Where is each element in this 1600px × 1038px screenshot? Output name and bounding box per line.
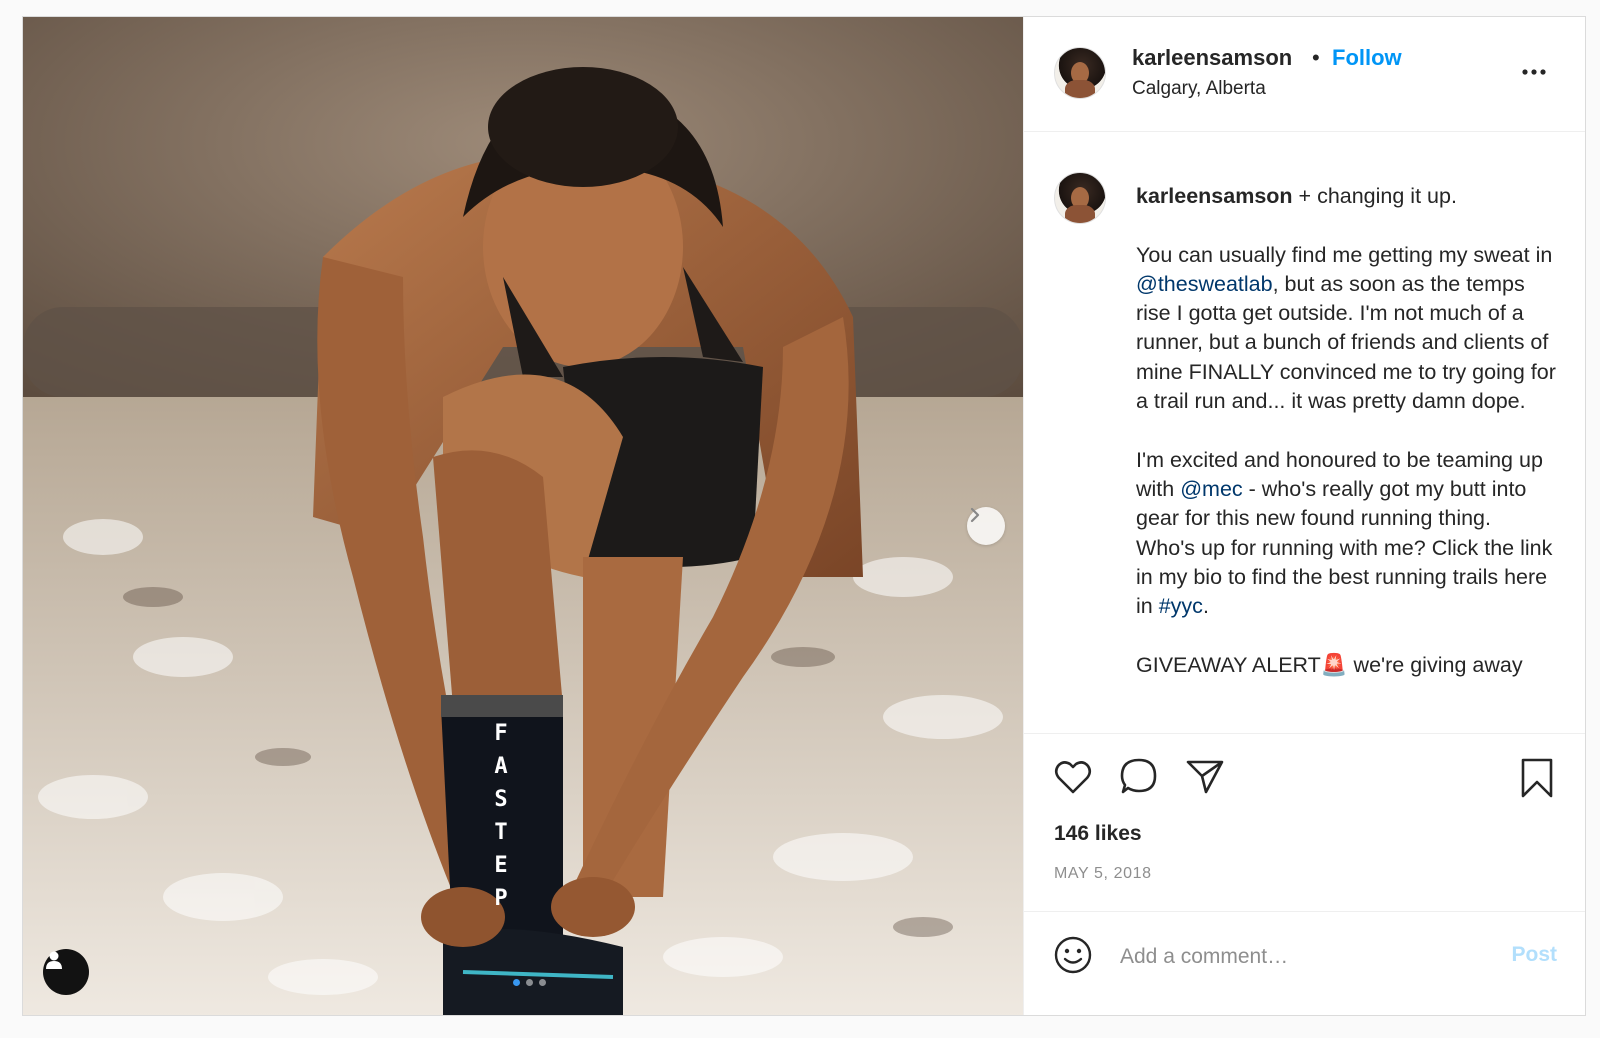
mention-link[interactable]: @mec <box>1180 477 1242 501</box>
hashtag-link[interactable]: #yyc <box>1159 594 1203 618</box>
likes-count[interactable]: 146 likes <box>1054 822 1142 846</box>
username-link[interactable]: karleensamson <box>1132 45 1292 71</box>
caption-text: karleensamson + changing it up. You can … <box>1136 182 1556 680</box>
post-card: FASTEP karleensamson • Follow Calgary, A… <box>22 16 1586 1016</box>
avatar[interactable] <box>1054 47 1106 99</box>
mention-link[interactable]: @thesweatlab <box>1136 272 1273 296</box>
caption-area: karleensamson + changing it up. You can … <box>1024 132 1585 732</box>
comment-icon <box>1120 758 1157 794</box>
more-icon <box>1522 69 1546 75</box>
bookmark-icon <box>1521 758 1553 798</box>
tagged-users-button[interactable] <box>43 949 89 995</box>
post-side-panel: karleensamson • Follow Calgary, Alberta … <box>1023 17 1585 1015</box>
action-bar: 146 likes MAY 5, 2018 <box>1024 733 1585 914</box>
user-tag-icon <box>46 951 62 969</box>
comment-bar: Post <box>1024 911 1585 1015</box>
post-header: karleensamson • Follow Calgary, Alberta <box>1024 17 1585 132</box>
post-comment-button[interactable]: Post <box>1511 943 1557 967</box>
sock-text: FASTEP <box>494 721 508 911</box>
location-link[interactable]: Calgary, Alberta <box>1132 78 1266 100</box>
post-date[interactable]: MAY 5, 2018 <box>1054 865 1152 883</box>
comment-button[interactable] <box>1118 756 1160 803</box>
more-options-button[interactable] <box>1519 57 1549 87</box>
caption-segment: , but as soon as the temps rise I gotta … <box>1136 271 1556 501</box>
comment-input[interactable] <box>1118 936 1482 978</box>
carousel-dot <box>513 979 520 986</box>
share-button[interactable] <box>1184 756 1226 803</box>
separator-dot: • <box>1312 45 1320 70</box>
emoji-button[interactable] <box>1052 934 1094 981</box>
avatar[interactable] <box>1054 172 1106 224</box>
share-icon <box>1186 760 1224 794</box>
chevron-right-icon <box>970 507 980 523</box>
photo-illustration <box>23 17 1023 1015</box>
like-button[interactable] <box>1052 756 1094 803</box>
follow-button[interactable]: Follow <box>1332 45 1402 71</box>
post-image[interactable]: FASTEP <box>23 17 1023 1015</box>
carousel-dot <box>526 979 533 986</box>
emoji-icon <box>1054 936 1092 974</box>
carousel-next-button[interactable] <box>967 507 1005 545</box>
carousel-indicator <box>513 979 546 986</box>
save-button[interactable] <box>1517 756 1557 805</box>
carousel-dot <box>539 979 546 986</box>
caption-username[interactable]: karleensamson <box>1136 184 1293 208</box>
heart-icon <box>1054 761 1092 794</box>
